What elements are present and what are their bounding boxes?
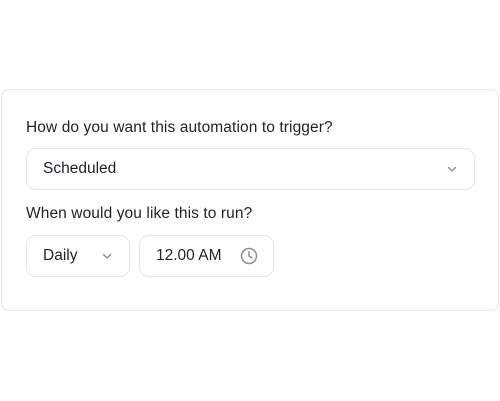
chevron-down-icon bbox=[446, 163, 458, 175]
chevron-down-icon bbox=[101, 250, 113, 262]
trigger-type-value: Scheduled bbox=[43, 160, 117, 177]
trigger-type-select[interactable]: Scheduled bbox=[26, 148, 475, 190]
clock-icon[interactable] bbox=[239, 246, 259, 266]
time-value: 12.00 AM bbox=[156, 247, 222, 264]
time-picker-field[interactable]: 12.00 AM bbox=[139, 235, 274, 277]
automation-trigger-card: How do you want this automation to trigg… bbox=[1, 89, 499, 311]
schedule-question-label: When would you like this to run? bbox=[26, 205, 253, 222]
trigger-question-label: How do you want this automation to trigg… bbox=[26, 119, 333, 136]
frequency-select[interactable]: Daily bbox=[26, 235, 130, 277]
frequency-value: Daily bbox=[43, 247, 78, 264]
